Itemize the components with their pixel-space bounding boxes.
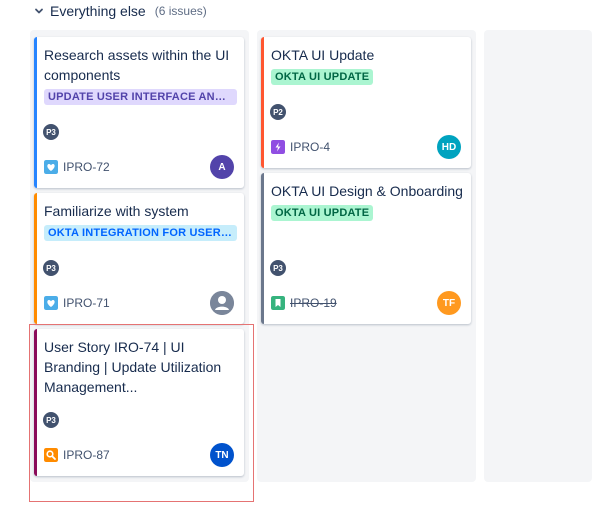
priority-icon: P3 [43, 124, 59, 140]
avatar[interactable]: TF [437, 291, 461, 315]
avatar[interactable]: HD [437, 135, 461, 159]
avatar[interactable]: A [210, 155, 234, 179]
priority-icon: P3 [43, 260, 59, 276]
issue-count: (6 issues) [154, 4, 207, 18]
issue-card[interactable]: OKTA UI Update OKTA UI UPDATE P2 IPRO-4 … [261, 37, 471, 168]
subtask-lightning-icon [271, 140, 285, 154]
epic-label[interactable]: OKTA INTEGRATION FOR USER A... [44, 225, 237, 241]
avatar[interactable]: TN [210, 443, 234, 467]
card-title: OKTA UI Design & Onboarding [271, 183, 463, 199]
card-title: OKTA UI Update [271, 47, 375, 63]
story-icon [44, 296, 58, 310]
priority-icon: P3 [43, 412, 59, 428]
card-title: Research assets within the UI components [44, 47, 230, 83]
story-icon [44, 160, 58, 174]
bookmark-icon [271, 296, 285, 310]
card-title: User Story IRO-74 | UI Branding | Update… [44, 339, 222, 395]
issue-key[interactable]: IPRO-87 [63, 448, 110, 462]
card-title: Familiarize with system [44, 203, 189, 219]
epic-label[interactable]: UPDATE USER INTERFACE AND B... [44, 89, 237, 105]
issue-key[interactable]: IPRO-72 [63, 160, 110, 174]
issue-key[interactable]: IPRO-71 [63, 296, 110, 310]
issue-card[interactable]: User Story IRO-74 | UI Branding | Update… [34, 329, 244, 476]
issue-card[interactable]: Familiarize with system OKTA INTEGRATION… [34, 193, 244, 324]
default-avatar-icon[interactable] [210, 291, 234, 315]
issue-card[interactable]: OKTA UI Design & Onboarding OKTA UI UPDA… [261, 173, 471, 324]
priority-icon: P3 [270, 260, 286, 276]
board-column-3 [484, 30, 592, 482]
issue-card[interactable]: Research assets within the UI components… [34, 37, 244, 188]
swimlane-header[interactable]: Everything else (6 issues) [33, 2, 207, 20]
spike-search-icon [44, 448, 58, 462]
issue-key[interactable]: IPRO-19 [290, 296, 337, 310]
issue-key[interactable]: IPRO-4 [290, 140, 330, 154]
chevron-down-icon [35, 8, 43, 14]
swimlane-title: Everything else [50, 3, 146, 19]
epic-label[interactable]: OKTA UI UPDATE [271, 205, 374, 221]
priority-icon: P2 [270, 104, 286, 120]
epic-label[interactable]: OKTA UI UPDATE [271, 69, 374, 85]
